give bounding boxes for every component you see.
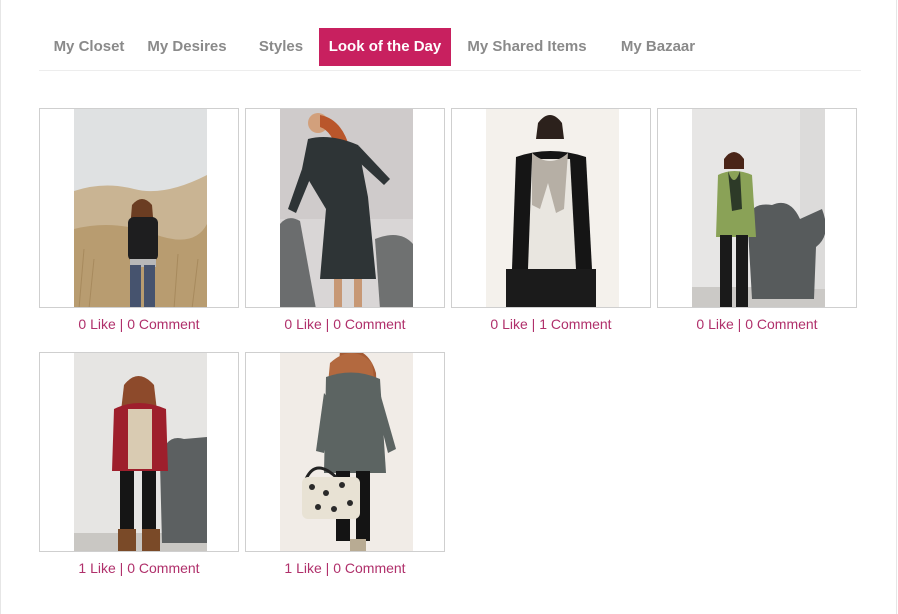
look-card: 0 Like | 1 Comment [451, 108, 651, 332]
tab-my-bazaar[interactable]: My Bazaar [613, 28, 703, 66]
profile-tabs: My Closet My Desires Styles Look of the … [39, 28, 861, 71]
page-border-right [896, 0, 897, 614]
tab-look-of-the-day[interactable]: Look of the Day [319, 28, 451, 66]
like-count[interactable]: 0 Like [78, 316, 115, 332]
comment-count[interactable]: 0 Comment [127, 316, 199, 332]
look-thumbnail[interactable] [245, 108, 445, 308]
look-stats: 1 Like | 0 Comment [284, 560, 406, 576]
like-count[interactable]: 1 Like [78, 560, 115, 576]
look-thumbnail[interactable] [245, 352, 445, 552]
tab-my-closet[interactable]: My Closet [46, 28, 132, 66]
look-stats: 0 Like | 0 Comment [78, 316, 200, 332]
outfit-photo-dress [280, 109, 413, 307]
outfit-photo-grey-sweater-dress [280, 353, 413, 551]
tab-my-shared-items[interactable]: My Shared Items [459, 28, 595, 66]
look-stats: 0 Like | 0 Comment [284, 316, 406, 332]
outfit-photo-green-sweater [692, 109, 825, 307]
look-stats: 0 Like | 0 Comment [696, 316, 818, 332]
look-stats: 0 Like | 1 Comment [490, 316, 612, 332]
outfit-photo-lace-top [486, 109, 619, 307]
comment-count[interactable]: 0 Comment [333, 560, 405, 576]
comment-count[interactable]: 0 Comment [745, 316, 817, 332]
comment-count[interactable]: 1 Comment [539, 316, 611, 332]
like-count[interactable]: 0 Like [696, 316, 733, 332]
look-thumbnail[interactable] [39, 352, 239, 552]
look-card: 0 Like | 0 Comment [39, 108, 239, 332]
tab-my-desires[interactable]: My Desires [143, 28, 231, 66]
look-card: 0 Like | 0 Comment [245, 108, 445, 332]
tab-styles[interactable]: Styles [251, 28, 311, 66]
look-thumbnail[interactable] [39, 108, 239, 308]
like-count[interactable]: 1 Like [284, 560, 321, 576]
look-card: 0 Like | 0 Comment [657, 108, 857, 332]
outfit-photo-field [74, 109, 207, 307]
like-count[interactable]: 0 Like [490, 316, 527, 332]
look-thumbnail[interactable] [657, 108, 857, 308]
comment-count[interactable]: 0 Comment [127, 560, 199, 576]
look-thumbnail[interactable] [451, 108, 651, 308]
outfit-photo-red-cardigan [74, 353, 207, 551]
comment-count[interactable]: 0 Comment [333, 316, 405, 332]
like-count[interactable]: 0 Like [284, 316, 321, 332]
look-card: 1 Like | 0 Comment [39, 352, 239, 576]
look-stats: 1 Like | 0 Comment [78, 560, 200, 576]
look-card: 1 Like | 0 Comment [245, 352, 445, 576]
page-border-left [0, 0, 1, 614]
